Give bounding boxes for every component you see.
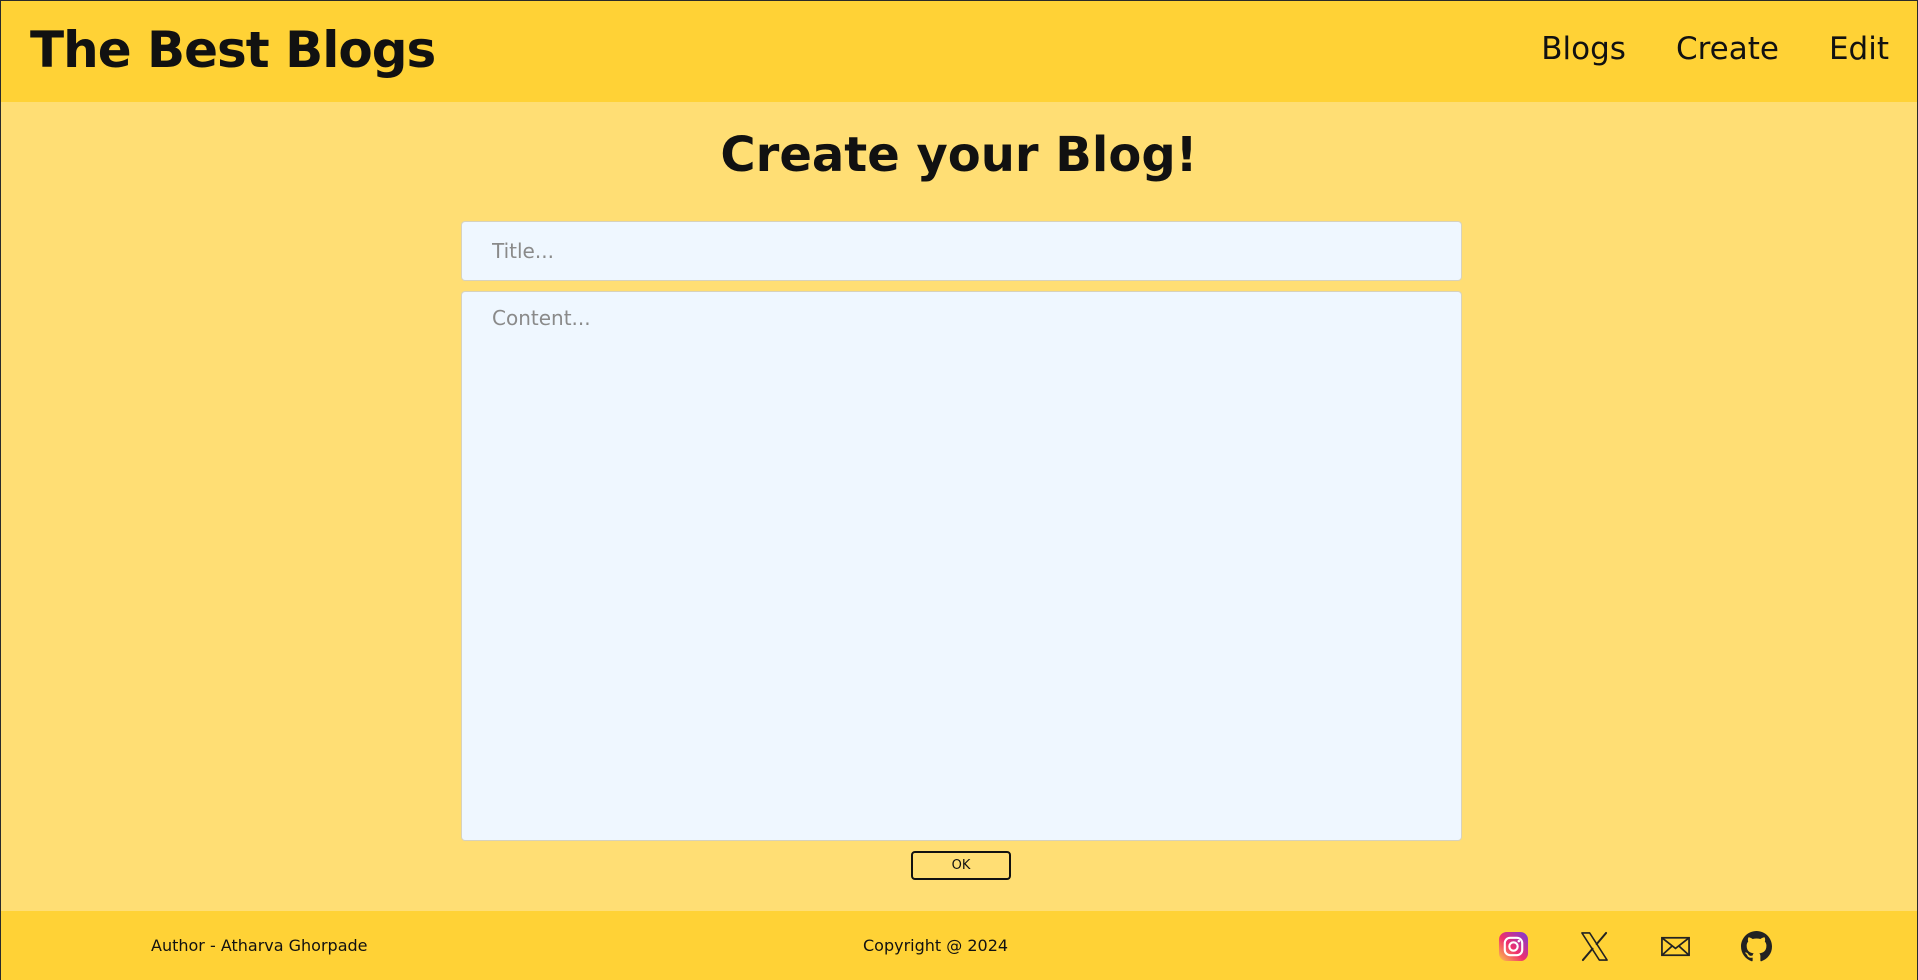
site-brand[interactable]: The Best Blogs — [30, 21, 436, 79]
blog-title-input[interactable] — [461, 221, 1462, 281]
x-icon[interactable] — [1579, 931, 1610, 962]
nav-link-create[interactable]: Create — [1676, 31, 1779, 67]
main-nav: Blogs Create Edit — [1541, 31, 1889, 67]
nav-link-blogs[interactable]: Blogs — [1541, 31, 1626, 67]
blog-content-textarea[interactable] — [461, 291, 1462, 841]
mail-icon[interactable] — [1660, 931, 1691, 962]
site-header: The Best Blogs Blogs Create Edit — [1, 1, 1917, 102]
footer-author: Author - Atharva Ghorpade — [151, 936, 368, 955]
github-icon[interactable] — [1741, 931, 1772, 962]
site-footer: Author - Atharva Ghorpade Copyright @ 20… — [1, 911, 1917, 980]
submit-ok-button[interactable]: OK — [911, 851, 1011, 880]
instagram-icon[interactable] — [1498, 931, 1529, 962]
nav-link-edit[interactable]: Edit — [1829, 31, 1889, 67]
page-title: Create your Blog! — [720, 127, 1198, 183]
social-links — [1498, 931, 1772, 962]
footer-copyright: Copyright @ 2024 — [863, 936, 1009, 955]
